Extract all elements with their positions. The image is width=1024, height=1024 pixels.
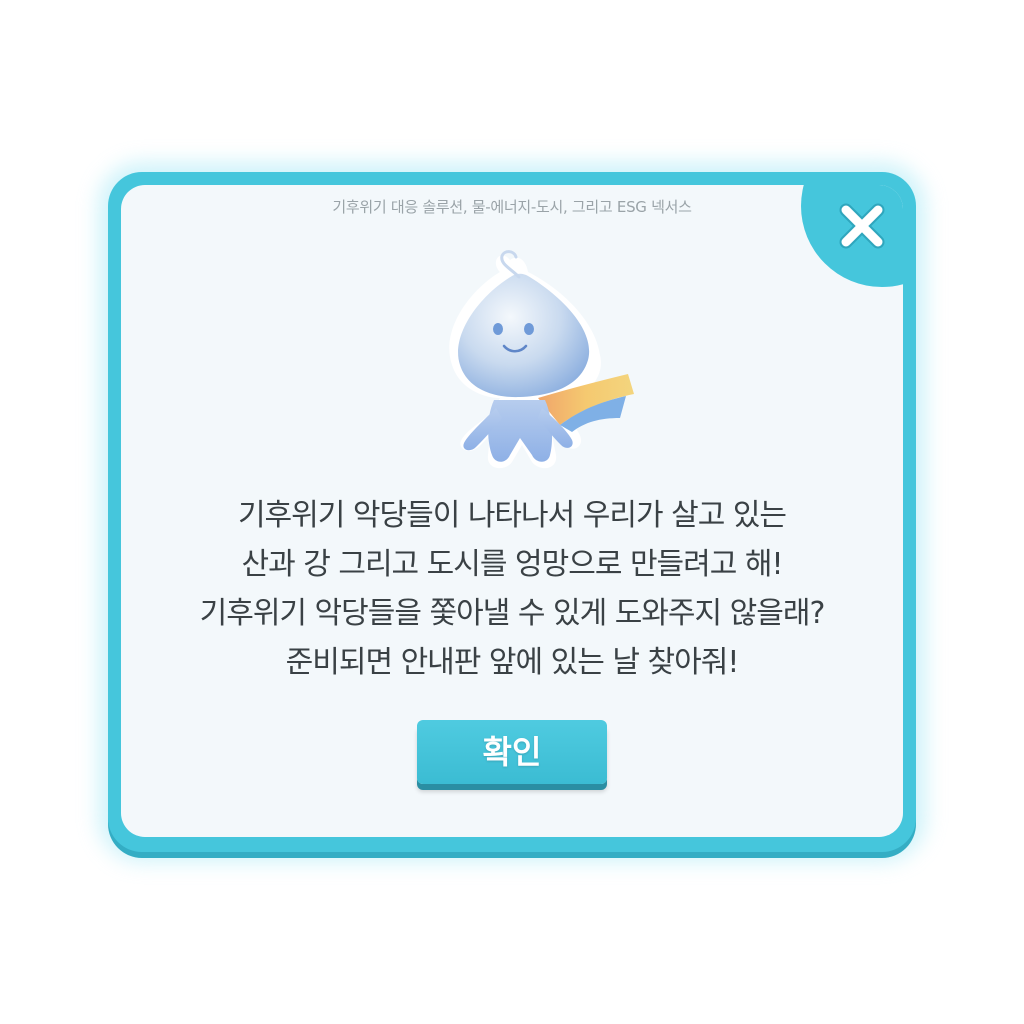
message-line: 준비되면 안내판 앞에 있는 날 찾아줘! xyxy=(285,645,740,680)
dialog-message: 기후위기 악당들이 나타나서 우리가 살고 있는 산과 강 그리고 도시를 엉망… xyxy=(121,491,903,687)
message-line: 기후위기 악당들을 쫓아낼 수 있게 도와주지 않을래? xyxy=(199,596,826,631)
water-drop-mascot-icon xyxy=(449,250,634,469)
screen: 기후위기 대응 솔루션, 물-에너지-도시, 그리고 ESG 넥서스 기후위기 … xyxy=(0,0,1024,1024)
message-line: 기후위기 악당들이 나타나서 우리가 살고 있는 xyxy=(237,498,787,533)
message-line: 산과 강 그리고 도시를 엉망으로 만들려고 해! xyxy=(241,547,783,582)
confirm-button[interactable]: 확인 xyxy=(417,720,607,784)
dialog-subtitle: 기후위기 대응 솔루션, 물-에너지-도시, 그리고 ESG 넥서스 xyxy=(332,198,692,216)
